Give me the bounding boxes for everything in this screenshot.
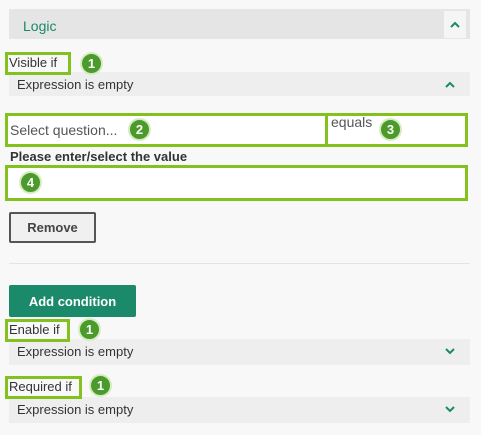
visible-if-label: Visible if	[9, 55, 58, 70]
operator-select-badge: 3	[379, 118, 402, 141]
question-select-placeholder: Select question...	[10, 122, 118, 138]
question-select-badge: 2	[128, 118, 151, 141]
operator-select-value: equals	[331, 114, 373, 130]
logic-panel-header[interactable]	[9, 9, 470, 39]
logic-collapse-button[interactable]	[444, 11, 466, 38]
chevron-up-icon	[448, 18, 462, 32]
chevron-up-icon[interactable]	[443, 77, 457, 91]
enable-if-badge: 1	[78, 318, 101, 341]
visible-if-badge: 1	[80, 52, 103, 75]
logic-panel-title: Logic	[23, 18, 57, 34]
remove-button[interactable]: Remove	[9, 212, 96, 243]
visible-if-expression: Expression is empty	[17, 77, 134, 92]
chevron-down-icon[interactable]	[443, 402, 457, 416]
required-if-label: Required if	[9, 379, 72, 394]
required-if-badge: 1	[89, 374, 112, 397]
enable-if-label: Enable if	[9, 322, 60, 337]
value-label: Please enter/select the value	[10, 149, 188, 164]
value-input-badge: 4	[19, 171, 42, 194]
chevron-down-icon[interactable]	[443, 344, 457, 358]
required-if-expression: Expression is empty	[17, 402, 134, 417]
divider	[9, 263, 470, 264]
value-input[interactable]	[5, 165, 468, 201]
add-condition-button[interactable]: Add condition	[9, 285, 136, 317]
enable-if-expression: Expression is empty	[17, 344, 134, 359]
